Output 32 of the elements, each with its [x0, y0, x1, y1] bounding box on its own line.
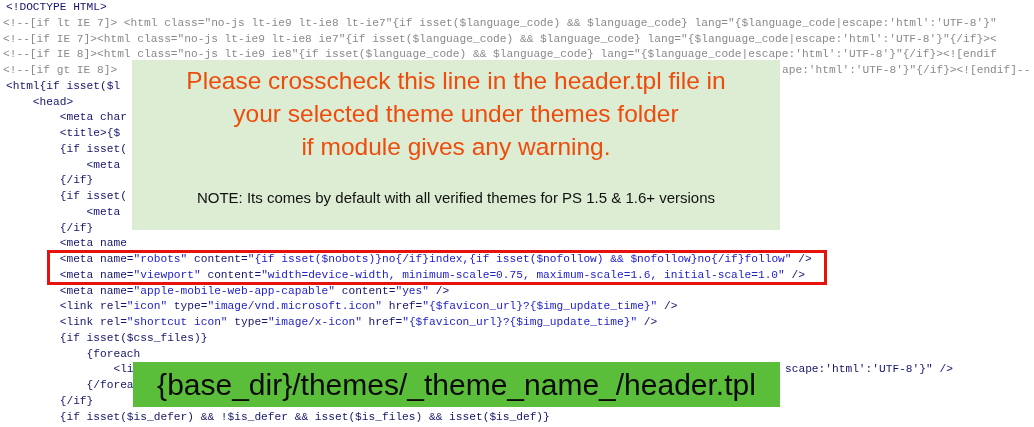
code-line: <html{if isset($l — [5, 79, 121, 92]
note-footnote: NOTE: Its comes by default with all verified themes for PS 1.5 & 1.6+ versions — [196, 189, 716, 206]
code-line: <meta name="robots" content="{if isset($nobots)}no{/if}index,{if isset($nofollow) && $nofollow}no{/if}follow" /> — [58, 253, 812, 265]
code-line: scape:'html':'UTF-8'}" /> — [784, 362, 954, 378]
code-line: {if isset( — [58, 190, 127, 202]
file-path-label: {base_dir}/themes/_theme_name_/header.tpl — [133, 362, 780, 407]
code-line: {foreach — [85, 347, 141, 360]
code-line: {if isset( — [58, 142, 127, 155]
code-line: <meta — [85, 158, 121, 171]
code-line: {/forea — [85, 379, 134, 391]
code-line: <!--[if lt IE 7]> <html class="no-js lt-ie9 lt-ie8 lt-ie7"{if isset($language_code) && $language_code} lang="{$language_code|escape:'html':'UTF-8'}" — [3, 16, 997, 29]
code-line: {/if} — [58, 174, 94, 187]
code-line: <meta name="viewport" content="width=device-width, minimum-scale=0.75, maximum-scale=1.6, initial-scale=1.0" /> — [58, 268, 805, 281]
code-line: <meta char — [58, 111, 127, 124]
code-line: <head> — [31, 95, 74, 108]
code-line: <!--[if gt IE 8]> — [3, 63, 119, 78]
code-line: {if isset($css_files)} — [58, 331, 208, 344]
code-line: <link rel="shortcut icon" type="image/x-icon" href="{$favicon_url}?{$img_update_time}" /> — [58, 316, 658, 328]
code-line: <!--[if IE 8]><html class="no-js lt-ie9 ie8"{if isset($language_code) && $language_code} lang="{$language_code|escape:'html':'UTF-8'}"{/if}><![endif — [3, 48, 997, 61]
code-line: <link rel="icon" type="image/vnd.microsoft.icon" href="{$favicon_url}?{$img_update_time}" /> — [58, 300, 678, 313]
code-line: <!DOCTYPE HTML> — [5, 1, 107, 13]
code-line: <meta name="apple-mobile-web-app-capable" content="yes" /> — [58, 284, 450, 297]
code-line: ape:'html':'UTF-8'}"{/if}><![endif]-- — [782, 63, 1032, 78]
code-line: <li — [112, 362, 135, 378]
code-line: <meta — [85, 205, 121, 218]
code-line: <title>{$ — [58, 127, 121, 139]
code-line: <!--[if IE 7]><html class="no-js lt-ie9 lt-ie8 ie7"{if isset($language_code) && $language_code} lang="{$language_code|escape:'html':'UTF-8'}"{/if}>< — [3, 32, 997, 45]
code-line: {if isset($is_defer) && !$is_defer && isset($is_files) && isset($is_def)} — [58, 410, 550, 423]
note-message: Please crosscheck this line in the header.tpl file in your selected theme under themes folder if module gives any warning. — [186, 66, 726, 162]
code-line: {/if} — [58, 394, 94, 407]
code-line: {/if} — [58, 221, 94, 234]
code-line: <meta name — [58, 237, 127, 250]
